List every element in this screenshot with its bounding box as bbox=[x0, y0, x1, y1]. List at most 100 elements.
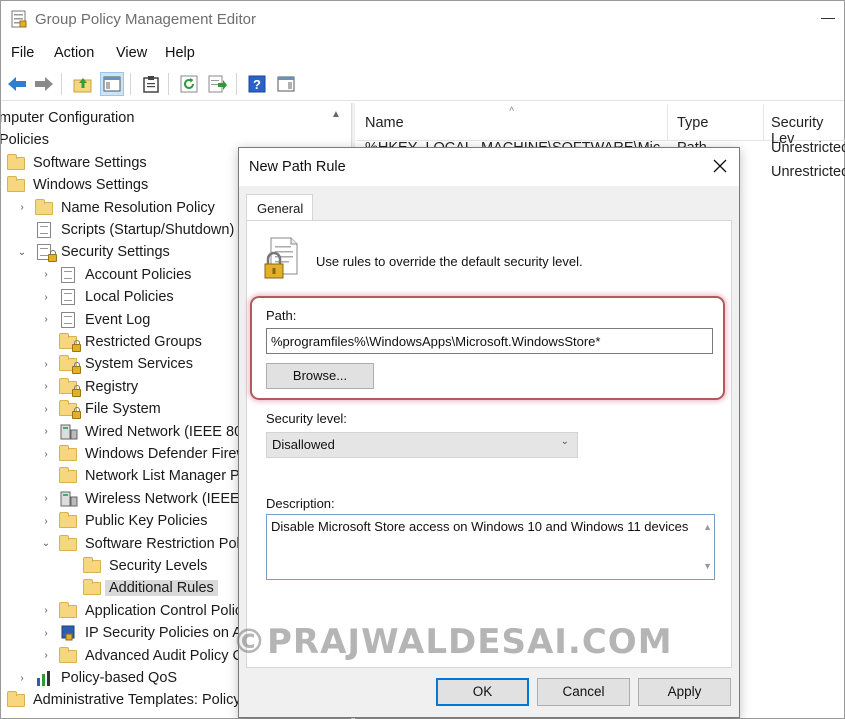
description-textarea[interactable]: Disable Microsoft Store access on Window… bbox=[266, 514, 715, 580]
tree-item[interactable]: › Registry bbox=[39, 376, 138, 398]
tree-scroll-up-arrow[interactable]: ▲ bbox=[331, 109, 341, 120]
tree-item[interactable]: mputer Configuration bbox=[1, 107, 134, 129]
tab-general[interactable]: General bbox=[246, 194, 313, 220]
tree-item[interactable]: › Public Key Policies bbox=[39, 510, 208, 532]
collapsed-caret-icon[interactable]: › bbox=[39, 268, 53, 282]
folder-icon bbox=[83, 579, 103, 596]
help-button[interactable]: ? bbox=[245, 72, 269, 96]
tree-item[interactable]: Scripts (Startup/Shutdown) bbox=[15, 219, 234, 241]
tree-item-label: Scripts (Startup/Shutdown) bbox=[61, 222, 235, 238]
tree-item[interactable]: Software Settings bbox=[7, 152, 147, 174]
description-value: Disable Microsoft Store access on Window… bbox=[271, 519, 689, 534]
list-row-security[interactable]: Unrestricted bbox=[771, 164, 845, 186]
security-level-dropdown[interactable]: Disallowed ⌄ bbox=[266, 432, 578, 458]
folder-icon bbox=[59, 646, 79, 664]
collapsed-caret-icon[interactable]: › bbox=[39, 447, 53, 461]
folder-icon bbox=[59, 512, 79, 529]
menu-file[interactable]: File bbox=[11, 45, 34, 61]
tree-item[interactable]: Administrative Templates: Policy bbox=[7, 689, 241, 711]
locked-folder-icon bbox=[59, 355, 81, 375]
tree-item[interactable]: ⌄ Software Restriction Polic bbox=[39, 533, 250, 555]
svg-text:?: ? bbox=[253, 77, 261, 92]
collapsed-caret-icon[interactable]: › bbox=[39, 425, 53, 439]
refresh-button[interactable] bbox=[177, 72, 201, 96]
scroll-down-icon[interactable]: ▼ bbox=[703, 558, 712, 575]
collapsed-caret-icon[interactable]: › bbox=[39, 649, 53, 663]
collapsed-caret-icon[interactable]: › bbox=[39, 604, 53, 618]
tree-item-label: Restricted Groups bbox=[85, 334, 202, 350]
collapsed-caret-icon[interactable]: › bbox=[39, 290, 53, 304]
show-hide-console-tree-button[interactable] bbox=[100, 72, 124, 96]
collapsed-caret-icon[interactable]: › bbox=[39, 626, 53, 640]
tree-item[interactable]: › Account Policies bbox=[39, 264, 191, 286]
tree-item[interactable]: Windows Settings bbox=[7, 174, 148, 196]
list-row-security[interactable]: Unrestricted bbox=[771, 140, 845, 162]
expanded-caret-icon[interactable]: ⌄ bbox=[15, 245, 29, 259]
title-bar[interactable]: Group Policy Management Editor bbox=[1, 1, 844, 37]
wireless-icon bbox=[59, 491, 79, 507]
show-action-pane-button[interactable] bbox=[274, 72, 298, 96]
column-type[interactable]: Type bbox=[677, 115, 708, 131]
tree-item[interactable]: Restricted Groups bbox=[39, 331, 202, 353]
cancel-button[interactable]: Cancel bbox=[537, 678, 630, 706]
path-label: Path: bbox=[266, 308, 297, 323]
properties-button[interactable] bbox=[139, 72, 163, 96]
collapsed-caret-icon[interactable]: › bbox=[39, 402, 53, 416]
tree-item[interactable]: Additional Rules bbox=[63, 577, 218, 599]
dialog-title-bar[interactable]: New Path Rule bbox=[239, 148, 739, 186]
tree-item[interactable]: › Wired Network (IEEE 802 bbox=[39, 421, 250, 443]
column-name[interactable]: Name bbox=[365, 115, 404, 131]
collapsed-caret-icon[interactable]: › bbox=[39, 357, 53, 371]
forward-arrow-icon bbox=[35, 77, 53, 91]
forward-button[interactable] bbox=[32, 72, 56, 96]
tree-item[interactable]: Network List Manager Po bbox=[39, 465, 248, 487]
scroll-up-icon[interactable]: ▲ bbox=[703, 519, 712, 536]
collapsed-caret-icon[interactable]: › bbox=[39, 380, 53, 394]
close-icon bbox=[713, 159, 727, 173]
path-input[interactable] bbox=[266, 328, 713, 354]
apply-button[interactable]: Apply bbox=[638, 678, 731, 706]
column-divider[interactable] bbox=[763, 105, 764, 141]
browse-button[interactable]: Browse... bbox=[266, 363, 374, 389]
collapsed-caret-icon[interactable]: › bbox=[39, 492, 53, 506]
tree-item[interactable]: Security Levels bbox=[63, 555, 207, 577]
policy-document-lock-icon bbox=[264, 237, 298, 279]
menu-view[interactable]: View bbox=[116, 45, 147, 61]
up-level-button[interactable] bbox=[71, 72, 95, 96]
menu-action[interactable]: Action bbox=[54, 45, 94, 61]
tree-item-label: Security Settings bbox=[61, 244, 170, 261]
back-button[interactable] bbox=[5, 72, 29, 96]
tree-item[interactable]: › Event Log bbox=[39, 309, 150, 331]
menu-help[interactable]: Help bbox=[165, 45, 195, 61]
dialog-close-button[interactable] bbox=[709, 155, 731, 177]
tree-item[interactable]: › Application Control Polic bbox=[39, 600, 242, 622]
tree-item[interactable]: Policies bbox=[1, 129, 49, 151]
export-list-button[interactable] bbox=[206, 72, 230, 96]
tree-item[interactable]: › File System bbox=[39, 398, 161, 420]
tree-item[interactable]: › Name Resolution Policy bbox=[15, 197, 215, 219]
ok-button[interactable]: OK bbox=[436, 678, 529, 706]
tree-item[interactable]: › Windows Defender Firew bbox=[39, 443, 247, 465]
description-label: Description: bbox=[266, 496, 335, 511]
action-pane-icon bbox=[277, 76, 295, 92]
collapsed-caret-icon[interactable]: › bbox=[15, 201, 29, 215]
no-caret bbox=[63, 559, 77, 573]
tree-item-label: Public Key Policies bbox=[85, 513, 208, 530]
tree-item[interactable]: › Local Policies bbox=[39, 286, 174, 308]
column-divider[interactable] bbox=[667, 105, 668, 141]
tree-item[interactable]: › Advanced Audit Policy Cc bbox=[39, 645, 250, 667]
tree-item[interactable]: › Policy-based QoS bbox=[15, 667, 177, 689]
minimize-button[interactable] bbox=[821, 18, 835, 19]
collapsed-caret-icon[interactable]: › bbox=[39, 313, 53, 327]
tree-item[interactable]: › Wireless Network (IEEE 8 bbox=[39, 488, 251, 510]
folder-up-icon bbox=[73, 78, 92, 93]
tree-item-label: Event Log bbox=[85, 311, 151, 328]
expanded-caret-icon[interactable]: ⌄ bbox=[39, 537, 53, 551]
tree-item[interactable]: › IP Security Policies on Ac bbox=[39, 622, 249, 644]
tree-item[interactable]: › System Services bbox=[39, 353, 193, 375]
collapsed-caret-icon[interactable]: › bbox=[15, 671, 29, 685]
qos-icon bbox=[35, 670, 55, 686]
help-icon: ? bbox=[248, 75, 266, 93]
collapsed-caret-icon[interactable]: › bbox=[39, 514, 53, 528]
tree-item[interactable]: ⌄ Security Settings bbox=[15, 241, 170, 263]
